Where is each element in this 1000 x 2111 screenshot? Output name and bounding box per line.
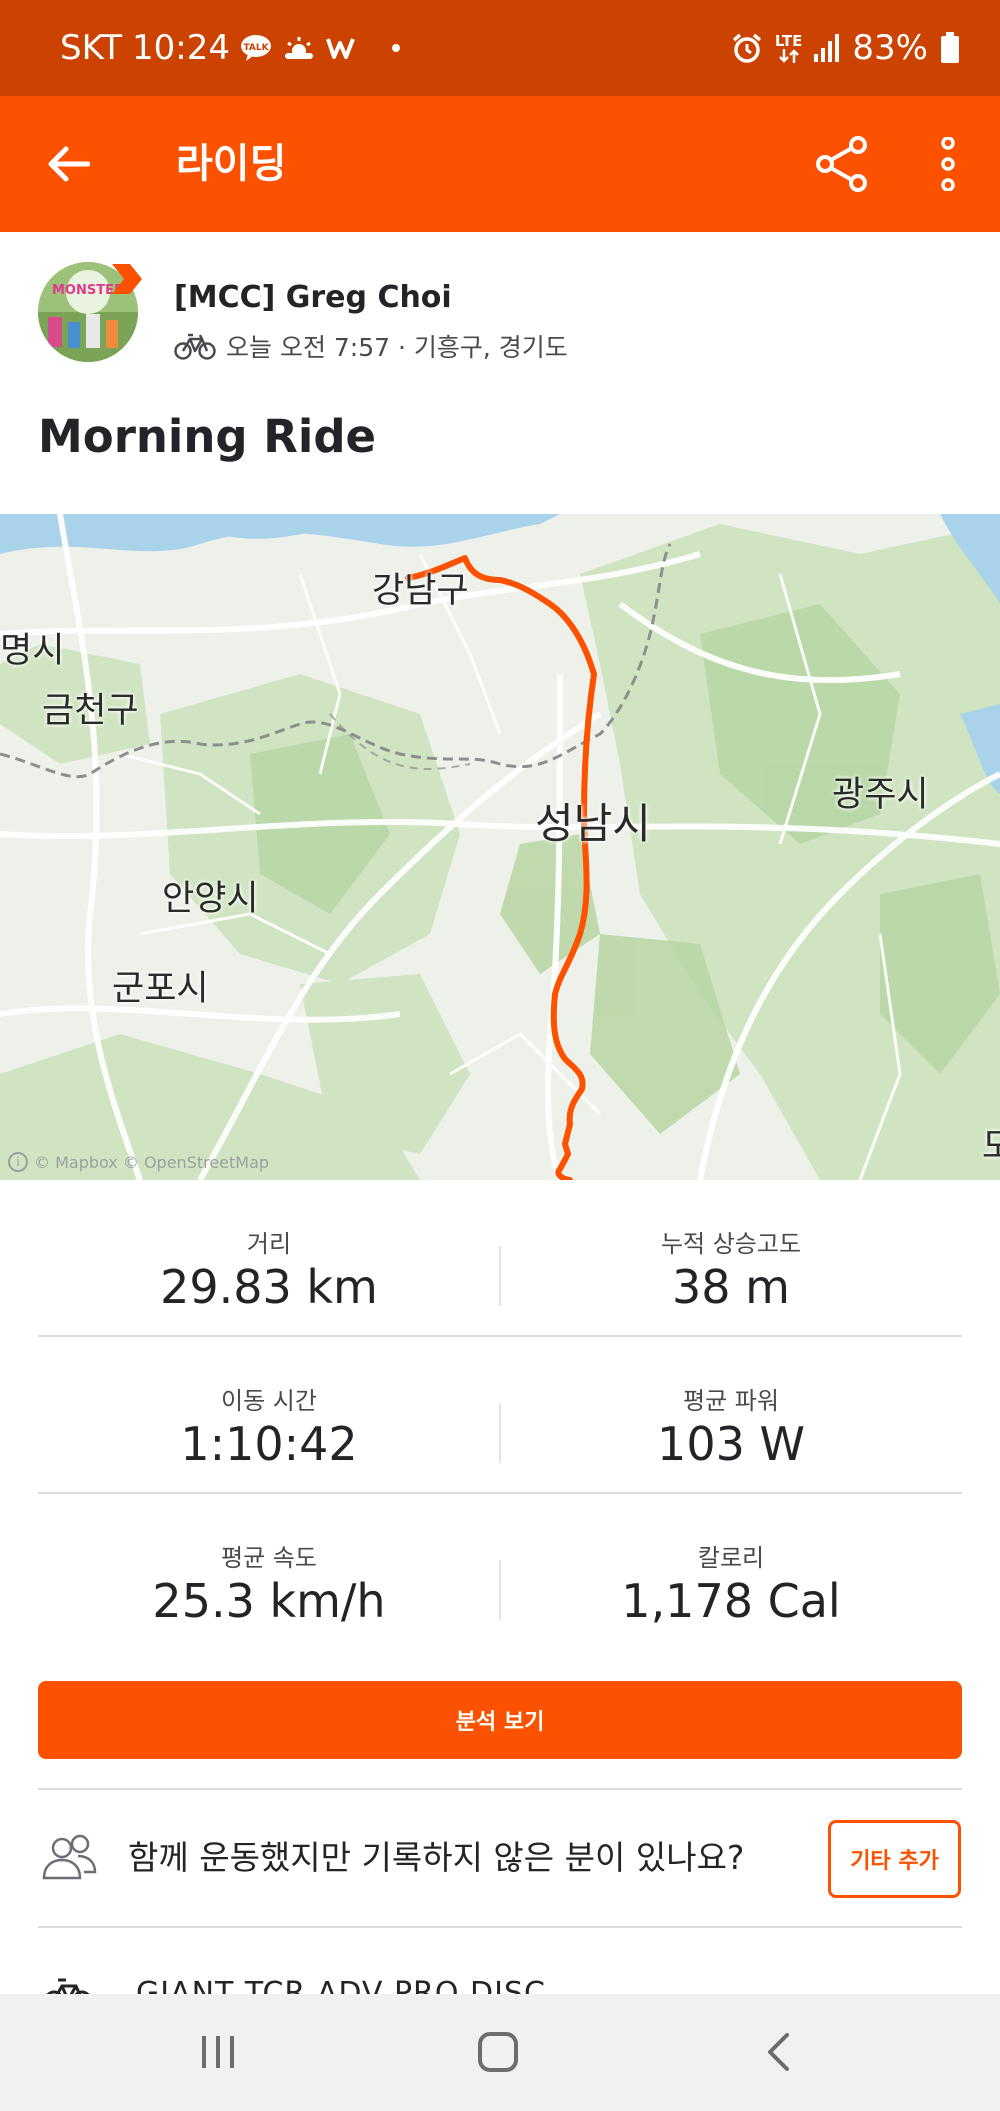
status-left: SKT 10:24 TALK <box>60 0 426 96</box>
bike-icon <box>46 1978 90 1994</box>
stat-row: 거리 29.83 km 누적 상승고도 38 m <box>38 1180 962 1337</box>
lte-label: LTE <box>774 31 803 50</box>
status-right: LTE 83% <box>731 0 960 96</box>
gear-row[interactable]: GIANT TCR ADV PRO DISC <box>0 1960 1000 1994</box>
map-label-anyang: 안양시 <box>162 879 259 919</box>
stat-moving-time: 이동 시간 1:10:42 <box>38 1337 500 1494</box>
notification-dot-icon <box>392 44 400 52</box>
stat-label: 거리 <box>246 1230 292 1258</box>
stat-label: 칼로리 <box>697 1544 765 1572</box>
athlete-header: MONSTER [MCC] Greg Choi 오늘 오전 7:57 · 기흥구… <box>0 232 1000 382</box>
stat-value: 25.3 km/h <box>152 1574 386 1628</box>
stats-grid: 거리 29.83 km 누적 상승고도 38 m 이동 시간 1:10:42 평… <box>38 1180 962 1651</box>
back-button[interactable] <box>36 132 100 196</box>
activity-meta: 오늘 오전 7:57 · 기흥구, 경기도 <box>174 328 568 364</box>
weather-icon <box>282 35 316 61</box>
people-icon <box>42 1834 97 1880</box>
signal-icon <box>814 34 840 62</box>
share-icon <box>816 136 867 192</box>
stat-value: 103 W <box>657 1417 805 1471</box>
alarm-icon <box>731 32 763 64</box>
status-bar: SKT 10:24 TALK LTE 83% <box>0 0 1000 96</box>
home-button[interactable] <box>458 2022 538 2082</box>
chevron-left-icon <box>768 2033 789 2071</box>
w-app-icon <box>326 35 356 61</box>
map-attribution[interactable]: i © Mapbox © OpenStreetMap <box>8 1152 269 1172</box>
clock: 10:24 <box>132 28 230 68</box>
map-label-edge: 도 <box>982 1127 1000 1167</box>
activity-datetime-location: 오늘 오전 7:57 · 기흥구, 경기도 <box>226 333 568 362</box>
stat-label: 이동 시간 <box>221 1387 317 1415</box>
battery-icon <box>940 32 960 64</box>
info-icon: i <box>8 1152 28 1172</box>
stat-distance: 거리 29.83 km <box>38 1180 500 1337</box>
map-label-seongnam: 성남시 <box>535 799 651 848</box>
view-analysis-button[interactable]: 분석 보기 <box>38 1681 962 1759</box>
svg-text:TALK: TALK <box>243 43 269 53</box>
gear-name: GIANT TCR ADV PRO DISC <box>136 1976 546 1994</box>
subscriber-badge-icon <box>112 264 142 294</box>
stat-elevation-gain: 누적 상승고도 38 m <box>500 1180 962 1337</box>
page-title: 라이딩 <box>176 141 287 187</box>
kakaotalk-icon: TALK <box>240 34 272 62</box>
share-button[interactable] <box>810 132 874 196</box>
stat-avg-speed: 평균 속도 25.3 km/h <box>38 1494 500 1651</box>
athlete-name[interactable]: [MCC] Greg Choi <box>174 280 452 315</box>
lte-icon: LTE <box>774 31 803 63</box>
stat-value: 38 m <box>672 1260 790 1314</box>
map-label-gangnam: 강남구 <box>372 571 469 611</box>
stat-avg-power: 평균 파워 103 W <box>500 1337 962 1494</box>
stat-row: 평균 속도 25.3 km/h 칼로리 1,178 Cal <box>38 1494 962 1651</box>
add-others-row: 함께 운동했지만 기록하지 않은 분이 있나요? 기타 추가 <box>0 1790 1000 1926</box>
battery-percent: 83% <box>852 28 928 68</box>
home-icon <box>478 2032 518 2072</box>
stat-value: 1:10:42 <box>180 1417 358 1471</box>
system-back-button[interactable] <box>738 2022 818 2082</box>
map-canvas <box>0 514 1000 1180</box>
app-bar: 라이딩 <box>0 96 1000 232</box>
map-label-geumcheon: 금천구 <box>42 691 139 731</box>
bike-icon <box>174 333 216 360</box>
carrier-label: SKT <box>60 28 123 68</box>
route-map[interactable]: 강남구 명시 금천구 성남시 광주시 안양시 군포시 도 i © Mapbox … <box>0 514 1000 1180</box>
arrow-left-icon <box>48 146 90 182</box>
map-label-gwangju: 광주시 <box>832 775 929 815</box>
more-vertical-icon <box>941 137 955 191</box>
stat-value: 29.83 km <box>160 1260 378 1314</box>
more-options-button[interactable] <box>918 132 978 196</box>
section-divider <box>38 1926 962 1928</box>
add-others-prompt: 함께 운동했지만 기록하지 않은 분이 있나요? <box>128 1838 745 1877</box>
stat-label: 평균 파워 <box>683 1387 779 1415</box>
recent-apps-button[interactable] <box>178 2022 258 2082</box>
map-label-gwangmyeong: 명시 <box>0 631 65 671</box>
stat-calories: 칼로리 1,178 Cal <box>500 1494 962 1651</box>
stat-value: 1,178 Cal <box>621 1574 841 1628</box>
map-label-gunpo: 군포시 <box>112 969 209 1009</box>
activity-title: Morning Ride <box>38 410 377 463</box>
map-attribution-text: © Mapbox © OpenStreetMap <box>34 1152 270 1172</box>
system-nav-bar <box>0 1994 1000 2111</box>
stat-row: 이동 시간 1:10:42 평균 파워 103 W <box>38 1337 962 1494</box>
recent-apps-icon <box>202 2036 234 2068</box>
stat-label: 누적 상승고도 <box>660 1230 802 1258</box>
stat-label: 평균 속도 <box>221 1544 317 1572</box>
add-others-button[interactable]: 기타 추가 <box>828 1820 961 1898</box>
